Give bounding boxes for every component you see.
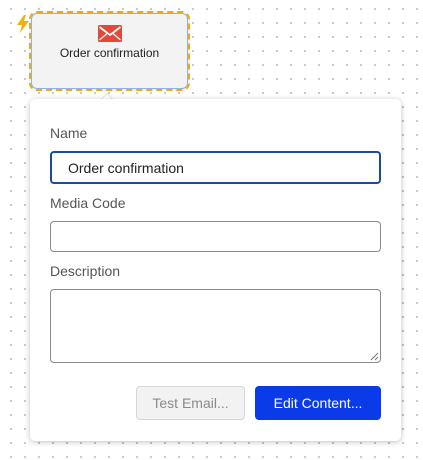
lightning-icon bbox=[17, 15, 29, 33]
node-label: Order confirmation bbox=[59, 46, 160, 60]
media-code-input[interactable] bbox=[50, 221, 381, 252]
envelope-icon bbox=[98, 25, 122, 42]
description-textarea[interactable] bbox=[50, 289, 381, 363]
test-email-button[interactable]: Test Email... bbox=[136, 386, 245, 420]
email-node[interactable]: Order confirmation bbox=[29, 11, 190, 91]
edit-content-button[interactable]: Edit Content... bbox=[255, 386, 381, 420]
media-code-label: Media Code bbox=[50, 195, 126, 211]
name-input[interactable] bbox=[50, 151, 381, 184]
node-properties-popover: Name Media Code Description Test Email..… bbox=[30, 99, 401, 441]
resize-handle-icon[interactable] bbox=[370, 352, 379, 361]
description-label: Description bbox=[50, 263, 121, 279]
name-label: Name bbox=[50, 125, 88, 141]
